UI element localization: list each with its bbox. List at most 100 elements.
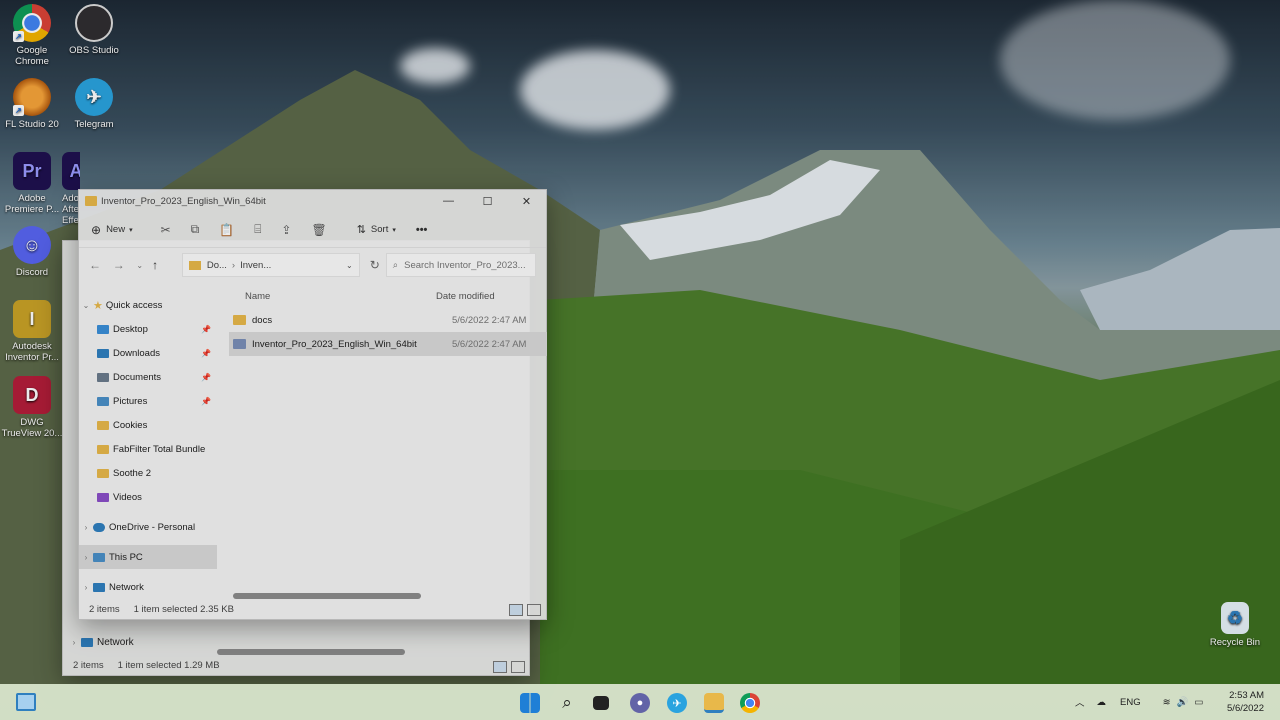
tiles-view-button[interactable] (527, 604, 541, 616)
title-bar[interactable]: Inventor_Pro_2023_English_Win_64bit — ☐ … (79, 190, 546, 212)
desktop-icon-chrome[interactable]: ↗ Google Chrome (0, 4, 64, 67)
chevron-down-icon: ▾ (129, 226, 133, 234)
rename-icon[interactable]: ⌸ (254, 222, 261, 237)
star-icon: ★ (93, 299, 103, 312)
desktop-icon-discord[interactable]: ☺ Discord (0, 226, 64, 278)
file-explorer-taskbar-icon[interactable] (704, 693, 724, 713)
fl-studio-icon: ↗ (13, 78, 51, 116)
forward-arrow-icon[interactable]: → (113, 258, 137, 272)
nav-downloads[interactable]: Downloads 📌 (79, 341, 217, 365)
column-date-modified[interactable]: Date modified (436, 291, 495, 302)
chevron-down-icon[interactable]: ⌄ (346, 261, 353, 270)
desktop-folder-icon (97, 324, 109, 334)
desktop-icon-obs[interactable]: OBS Studio (62, 4, 126, 56)
explorer-window-front[interactable]: Inventor_Pro_2023_English_Win_64bit — ☐ … (78, 189, 547, 620)
navigation-pane: ⌄ ★ Quick access Desktop 📌 Downloads 📌 D… (79, 293, 217, 599)
up-arrow-icon[interactable]: ↑ (152, 258, 176, 272)
chevron-right-icon: › (84, 582, 88, 592)
desktop-icon-telegram[interactable]: ✈ Telegram (62, 78, 126, 130)
language-indicator[interactable]: ENG (1120, 697, 1141, 708)
cloud-icon[interactable]: ☁ (1097, 697, 1107, 708)
desktop-icon-inventor[interactable]: I Autodesk Inventor Pr... (0, 300, 64, 363)
recycle-bin-icon: ♻ (1221, 602, 1249, 634)
search-icon[interactable]: ⌕ (557, 693, 577, 713)
share-icon[interactable]: ⇪ (281, 223, 291, 237)
nav-onedrive[interactable]: › OneDrive - Personal (79, 515, 217, 539)
new-button[interactable]: ⊕ New ▾ (91, 223, 133, 237)
desktop-icon-recycle-bin[interactable]: ♻ Recycle Bin (1203, 602, 1267, 648)
nav-cookies[interactable]: Cookies (79, 413, 217, 437)
inventor-icon: I (13, 300, 51, 338)
delete-icon[interactable]: 🗑 (311, 223, 326, 237)
more-options-button[interactable]: ••• (416, 224, 428, 236)
nav-documents[interactable]: Documents 📌 (79, 365, 217, 389)
folder-icon (97, 420, 109, 430)
sort-button[interactable]: ⇅ Sort ▾ (357, 223, 396, 236)
after-effects-icon: Ae (62, 152, 80, 190)
details-view-button[interactable] (509, 604, 523, 616)
pin-icon: 📌 (201, 372, 211, 382)
command-bar: ⊕ New ▾ ✂ ⧉ 📋 ⌸ ⇪ 🗑 ⇅ Sort ▾ ••• (79, 212, 546, 248)
task-view-icon[interactable] (593, 696, 609, 710)
minimize-button[interactable]: — (429, 195, 468, 208)
chrome-taskbar-icon[interactable] (740, 693, 760, 713)
nav-quick-access[interactable]: ⌄ ★ Quick access (79, 293, 217, 317)
clock-date: 5/6/2022 (1227, 703, 1264, 714)
clock-time: 2:53 AM (1229, 690, 1264, 701)
refresh-icon[interactable]: ↻ (370, 258, 380, 272)
cloud-icon (93, 522, 105, 532)
volume-icon[interactable]: 🔊 (1177, 697, 1189, 708)
close-button[interactable]: ✕ (507, 195, 546, 208)
start-windows-icon[interactable] (520, 693, 540, 713)
chevron-up-icon[interactable]: ︿ (1075, 695, 1085, 709)
telegram-icon: ✈ (75, 78, 113, 116)
telegram-taskbar-icon[interactable]: ✈ (667, 693, 687, 713)
status-bar-back: 2 items 1 item selected 1.29 MB (73, 659, 220, 671)
discord-icon: ☺ (13, 226, 51, 264)
network-icon (81, 637, 93, 647)
tiles-view-button-back[interactable] (511, 661, 525, 673)
search-input[interactable]: ⌕ Search Inventor_Pro_2023... (385, 253, 536, 277)
maximize-button[interactable]: ☐ (468, 195, 507, 208)
address-row: ← → ⌄ ↑ Do... › Inven... ⌄ ↻ ⌕ Search In… (79, 248, 546, 282)
premiere-icon: Pr (13, 152, 51, 190)
recent-chevron-icon[interactable]: ⌄ (136, 261, 152, 270)
installer-icon (233, 339, 246, 349)
sort-icon: ⇅ (356, 224, 366, 236)
taskbar: ⌕ ● ✈ ︿ ☁ ENG ≋ 🔊 ▭ 2:53 AM 5/6/2022 (0, 684, 1280, 720)
column-name[interactable]: Name (229, 291, 436, 302)
nav-videos[interactable]: Videos (79, 485, 217, 509)
folder-icon (233, 315, 246, 325)
desktop-icon-fl-studio[interactable]: ↗ FL Studio 20 (0, 78, 64, 130)
file-row-installer[interactable]: Inventor_Pro_2023_English_Win_64bit 5/6/… (229, 332, 547, 356)
teams-chat-icon[interactable]: ● (630, 693, 650, 713)
status-bar: 2 items 1 item selected 2.35 KB (89, 603, 234, 615)
desktop-icon-dwg-trueview[interactable]: D DWG TrueView 20... (0, 376, 64, 439)
address-bar[interactable]: Do... › Inven... ⌄ (181, 253, 360, 277)
nav-soothe[interactable]: Soothe 2 (79, 461, 217, 485)
folder-icon (188, 260, 201, 270)
pin-icon: 📌 (201, 348, 211, 358)
nav-fabfilter[interactable]: FabFilter Total Bundle (79, 437, 217, 461)
nav-desktop[interactable]: Desktop 📌 (79, 317, 217, 341)
obs-icon (75, 4, 113, 42)
pin-icon: 📌 (201, 396, 211, 406)
documents-folder-icon (97, 372, 109, 382)
file-list: Name Date modified docs 5/6/2022 2:47 AM… (229, 286, 547, 356)
file-row-docs[interactable]: docs 5/6/2022 2:47 AM (229, 308, 547, 332)
nav-this-pc[interactable]: › This PC (79, 545, 217, 569)
copy-icon[interactable]: ⧉ (191, 222, 200, 237)
clock[interactable]: 2:53 AM 5/6/2022 (1227, 689, 1264, 715)
battery-icon[interactable]: ▭ (1194, 697, 1203, 708)
nav-network-back[interactable]: › Network (67, 630, 217, 654)
widgets-button[interactable] (16, 693, 36, 711)
back-arrow-icon[interactable]: ← (89, 258, 113, 272)
nav-pictures[interactable]: Pictures 📌 (79, 389, 217, 413)
paste-icon[interactable]: 📋 (219, 223, 234, 237)
nav-network[interactable]: › Network (79, 575, 217, 599)
wifi-icon[interactable]: ≋ (1163, 697, 1171, 708)
details-view-button-back[interactable] (493, 661, 507, 673)
cut-icon[interactable]: ✂ (161, 223, 171, 237)
chrome-icon: ↗ (13, 4, 51, 42)
desktop-icon-premiere[interactable]: Pr Adobe Premiere P... (0, 152, 64, 215)
